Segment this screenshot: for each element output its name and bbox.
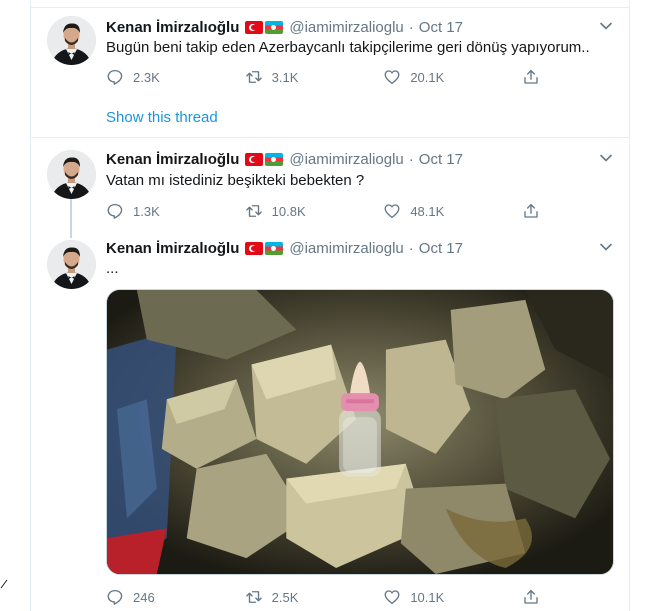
- retweet-count: 10.8K: [271, 203, 306, 219]
- tweet-header: Kenan İmirzalıoğlu @iamimirzalioglu · Oc…: [106, 238, 613, 258]
- retweet-icon: [245, 205, 262, 217]
- user-handle[interactable]: @iamimirzalioglu: [289, 151, 403, 168]
- separator-dot: ·: [408, 18, 414, 36]
- tweet-text: ...: [106, 260, 119, 277]
- reply-button[interactable]: 2.3K: [106, 67, 196, 87]
- avatar[interactable]: [47, 150, 96, 199]
- retweet-icon: [245, 71, 262, 83]
- reply-button[interactable]: 246: [106, 587, 196, 607]
- share-icon: [524, 69, 538, 84]
- profile-photo: [47, 150, 96, 199]
- timeline: Kenan İmirzalıoğlu @iamimirzalioglu · Oc…: [30, 0, 630, 611]
- azerbaijan-flag-icon: [265, 20, 284, 34]
- like-icon: [384, 590, 400, 605]
- stray-stroke-mark: [0, 579, 8, 589]
- retweet-button[interactable]: 3.1K: [245, 67, 335, 87]
- reply-count: 246: [133, 589, 155, 605]
- flag-emojis: [245, 152, 284, 166]
- tweet-date[interactable]: Oct 17: [419, 151, 463, 168]
- share-icon: [524, 589, 538, 604]
- tweet-actions: 2.3K 3.1K 20.1K: [106, 67, 546, 87]
- azerbaijan-flag-icon: [265, 241, 284, 255]
- turkey-flag-icon: [245, 20, 264, 34]
- reply-icon: [107, 203, 123, 219]
- like-count: 10.1K: [410, 589, 445, 605]
- avatar[interactable]: [47, 240, 96, 289]
- tweet-header: Kenan İmirzalıoğlu @iamimirzalioglu · Oc…: [106, 149, 613, 169]
- tweet-3[interactable]: Kenan İmirzalıoğlu @iamimirzalioglu · Oc…: [31, 230, 629, 611]
- like-count: 20.1K: [410, 69, 445, 85]
- tweet-2[interactable]: Kenan İmirzalıoğlu @iamimirzalioglu · Oc…: [31, 138, 629, 230]
- tweet-actions: 1.3K 10.8K 48.1K: [106, 201, 546, 221]
- display-name[interactable]: Kenan İmirzalıoğlu: [106, 151, 239, 168]
- tweet-header: Kenan İmirzalıoğlu @iamimirzalioglu · Oc…: [106, 17, 613, 37]
- reply-count: 1.3K: [133, 203, 160, 219]
- chevron-down-icon[interactable]: [599, 19, 613, 33]
- display-name[interactable]: Kenan İmirzalıoğlu: [106, 240, 239, 257]
- reply-icon: [107, 589, 123, 605]
- share-icon: [524, 203, 538, 218]
- retweet-button[interactable]: 10.8K: [245, 201, 335, 221]
- like-icon: [384, 204, 400, 219]
- retweet-icon: [245, 591, 262, 603]
- user-handle[interactable]: @iamimirzalioglu: [289, 240, 403, 257]
- tweet-1[interactable]: Kenan İmirzalıoğlu @iamimirzalioglu · Oc…: [31, 8, 629, 137]
- user-handle[interactable]: @iamimirzalioglu: [289, 19, 403, 36]
- reply-button[interactable]: 1.3K: [106, 201, 196, 221]
- tweet-date[interactable]: Oct 17: [419, 19, 463, 36]
- chevron-down-icon[interactable]: [599, 240, 613, 254]
- like-button[interactable]: 10.1K: [383, 587, 473, 607]
- like-button[interactable]: 48.1K: [383, 201, 473, 221]
- avatar[interactable]: [47, 16, 96, 65]
- turkey-flag-icon: [245, 241, 264, 255]
- tweet-actions: 246 2.5K 10.1K: [106, 587, 546, 607]
- retweet-count: 3.1K: [271, 69, 299, 85]
- turkey-flag-icon: [245, 152, 264, 166]
- azerbaijan-flag-icon: [265, 152, 284, 166]
- share-button[interactable]: [522, 587, 546, 607]
- reply-count: 2.3K: [133, 69, 160, 85]
- separator-dot: ·: [408, 239, 414, 257]
- show-thread-link[interactable]: Show this thread: [106, 109, 218, 126]
- flag-emojis: [245, 20, 284, 34]
- display-name[interactable]: Kenan İmirzalıoğlu: [106, 19, 239, 36]
- share-button[interactable]: [522, 201, 546, 221]
- tweet-text: Vatan mı istediniz beşikteki bebekten ?: [106, 172, 365, 189]
- tweet-date[interactable]: Oct 17: [419, 240, 463, 257]
- reply-icon: [107, 69, 123, 85]
- tweet-text: Bugün beni takip eden Azerbaycanlı takip…: [106, 39, 590, 56]
- rubble-bottle-image: [107, 290, 613, 574]
- profile-photo: [47, 240, 96, 289]
- like-icon: [384, 70, 400, 85]
- separator-dot: ·: [408, 150, 414, 168]
- tweet-media-photo[interactable]: [106, 289, 614, 575]
- like-count: 48.1K: [410, 203, 445, 219]
- retweet-button[interactable]: 2.5K: [245, 587, 335, 607]
- retweet-count: 2.5K: [271, 589, 299, 605]
- profile-photo: [47, 16, 96, 65]
- share-button[interactable]: [522, 67, 546, 87]
- flag-emojis: [245, 241, 284, 255]
- like-button[interactable]: 20.1K: [383, 67, 473, 87]
- chevron-down-icon[interactable]: [599, 151, 613, 165]
